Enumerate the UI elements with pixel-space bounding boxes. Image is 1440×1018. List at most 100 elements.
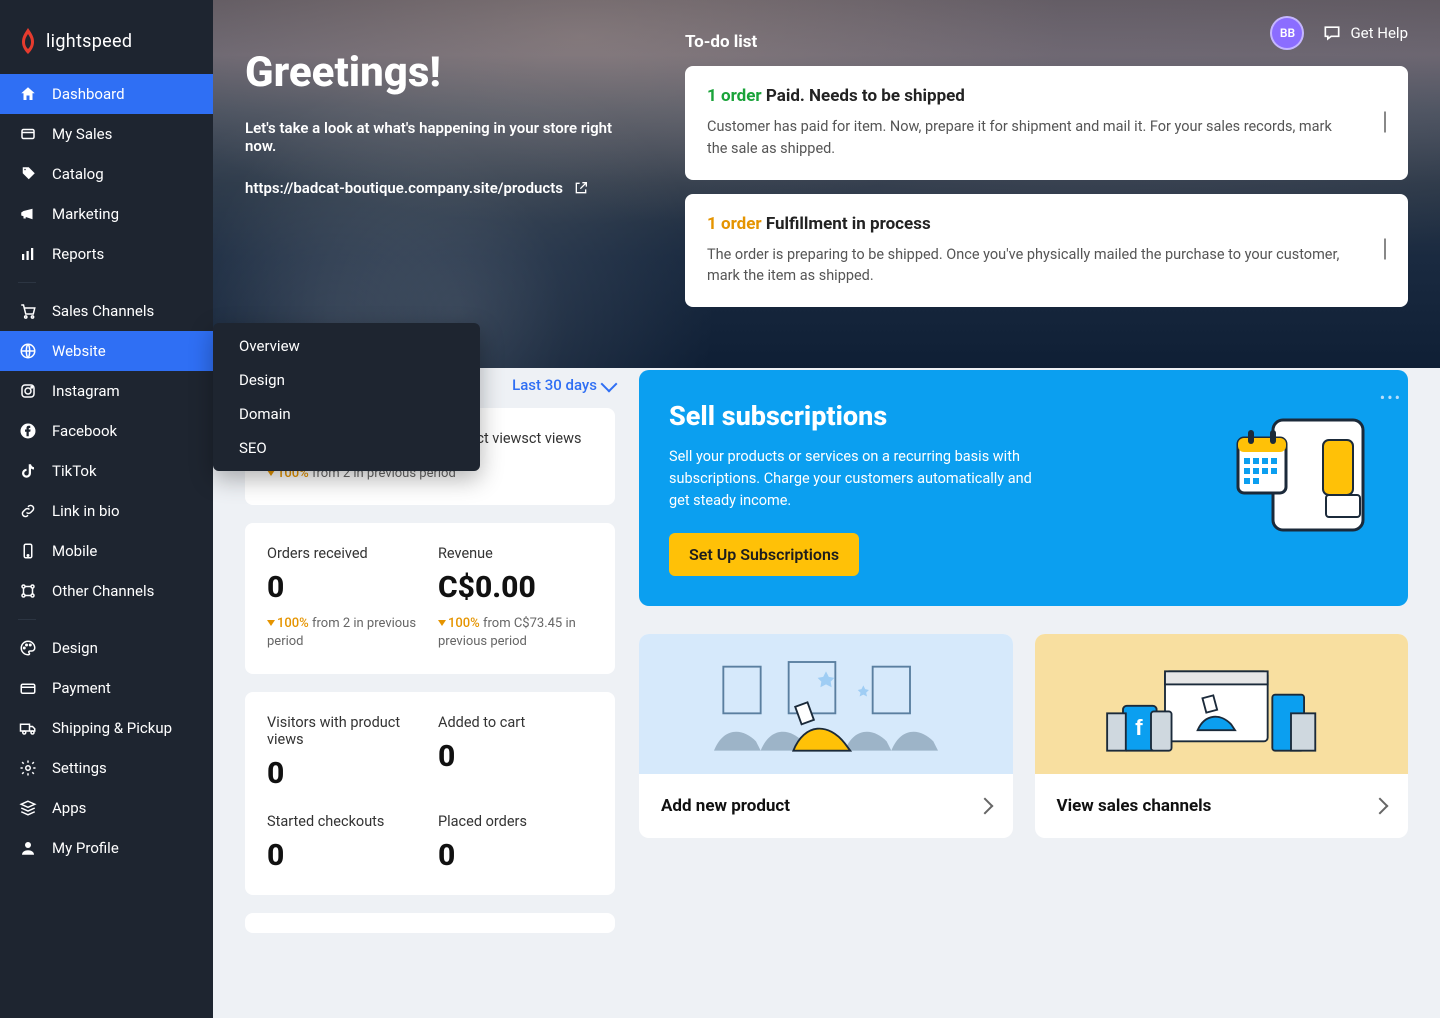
sidebar-item-tiktok[interactable]: TikTok: [0, 451, 213, 491]
flame-icon: [18, 28, 38, 54]
stat-label: Orders received: [267, 545, 422, 562]
sidebar-item-label: My Profile: [52, 839, 119, 857]
subscriptions-card: ••• Sell subscriptions Sell your product…: [639, 370, 1408, 606]
chevron-right-icon: [1384, 241, 1386, 260]
get-help-button[interactable]: Get Help: [1322, 23, 1408, 43]
sidebar-item-marketing[interactable]: Marketing: [0, 194, 213, 234]
stat-card-extra: [245, 913, 615, 933]
sidebar-item-reports[interactable]: Reports: [0, 234, 213, 274]
tag-icon: [18, 124, 38, 144]
nav-divider: [18, 619, 36, 620]
price-tag-icon: [18, 164, 38, 184]
todo-card[interactable]: 1 order Fulfillment in process The order…: [685, 194, 1408, 308]
chevron-right-icon: [976, 798, 993, 815]
sidebar-item-label: Facebook: [52, 422, 117, 440]
bar-chart-icon: [18, 244, 38, 264]
sidebar-item-settings[interactable]: Settings: [0, 748, 213, 788]
avatar[interactable]: BB: [1270, 16, 1304, 50]
megaphone-icon: [18, 204, 38, 224]
qa-label: Add new product: [661, 796, 790, 816]
brand-logo[interactable]: lightspeed: [0, 0, 213, 74]
gear-icon: [18, 758, 38, 778]
sidebar-item-other-channels[interactable]: Other Channels: [0, 571, 213, 611]
mobile-icon: [18, 541, 38, 561]
sidebar-item-shipping[interactable]: Shipping & Pickup: [0, 708, 213, 748]
qa-label: View sales channels: [1057, 796, 1212, 816]
period-label: Last 30 days: [512, 376, 597, 394]
chevron-right-icon: [1372, 798, 1389, 815]
sidebar-item-instagram[interactable]: Instagram: [0, 371, 213, 411]
add-product-illustration: [639, 634, 1013, 774]
sidebar-item-label: Website: [52, 342, 106, 360]
submenu-item-seo[interactable]: SEO: [213, 431, 480, 465]
hero-banner: BB Get Help Greetings! Let's take a look…: [213, 0, 1440, 368]
sidebar-item-label: Shipping & Pickup: [52, 719, 172, 737]
submenu-item-overview[interactable]: Overview: [213, 329, 480, 363]
sidebar-item-payment[interactable]: Payment: [0, 668, 213, 708]
stat-cell: Started checkouts 0: [267, 813, 422, 873]
sidebar-item-link-in-bio[interactable]: Link in bio: [0, 491, 213, 531]
todo-card[interactable]: 1 order Paid. Needs to be shipped Custom…: [685, 66, 1408, 180]
store-url-link[interactable]: https://badcat-boutique.company.site/pro…: [245, 179, 645, 197]
todo-status: Fulfillment in process: [766, 214, 931, 234]
sidebar-item-label: TikTok: [52, 462, 97, 480]
sidebar-item-label: Reports: [52, 245, 104, 263]
sidebar-item-design[interactable]: Design: [0, 628, 213, 668]
arrow-down-icon: [267, 620, 275, 626]
card-menu-button[interactable]: •••: [1380, 388, 1402, 407]
sidebar-item-facebook[interactable]: Facebook: [0, 411, 213, 451]
chat-icon: [1322, 23, 1342, 43]
instagram-icon: [18, 381, 38, 401]
channels-icon: [18, 581, 38, 601]
sidebar-item-sales-channels[interactable]: Sales Channels: [0, 291, 213, 331]
sidebar-item-label: Instagram: [52, 382, 120, 400]
top-bar: BB Get Help: [1270, 16, 1408, 50]
subscriptions-title: Sell subscriptions: [669, 400, 1208, 432]
sidebar-item-my-sales[interactable]: My Sales: [0, 114, 213, 154]
sidebar-item-label: My Sales: [52, 125, 112, 143]
sidebar-item-my-profile[interactable]: My Profile: [0, 828, 213, 868]
sidebar-item-label: Settings: [52, 759, 107, 777]
link-icon: [18, 501, 38, 521]
submenu-item-design[interactable]: Design: [213, 363, 480, 397]
main-content: BB Get Help Greetings! Let's take a look…: [213, 0, 1440, 1018]
sidebar: lightspeed Dashboard My Sales Catalog Ma…: [0, 0, 213, 1018]
nav-divider: [18, 282, 36, 283]
stat-value: 0: [438, 838, 593, 873]
todo-list: To-do list 1 order Paid. Needs to be shi…: [685, 28, 1408, 321]
stat-value: 0: [267, 838, 422, 873]
todo-heading: 1 order Paid. Needs to be shipped: [707, 86, 1348, 106]
stat-value: 0: [438, 739, 593, 774]
sidebar-item-dashboard[interactable]: Dashboard: [0, 74, 213, 114]
stat-delta: 100% from 2 in previous period: [267, 615, 422, 651]
sidebar-item-apps[interactable]: Apps: [0, 788, 213, 828]
sidebar-item-catalog[interactable]: Catalog: [0, 154, 213, 194]
sidebar-item-mobile[interactable]: Mobile: [0, 531, 213, 571]
view-channels-card[interactable]: f View sales channels: [1035, 634, 1409, 838]
subscriptions-illustration: [1228, 400, 1378, 550]
wallet-icon: [18, 678, 38, 698]
stat-card-funnel: Visitors with product views 0 Added to c…: [245, 692, 615, 895]
external-link-icon: [573, 180, 589, 196]
website-submenu: Overview Design Domain SEO: [213, 323, 480, 471]
stat-cell: Added to cart 0: [438, 714, 593, 791]
sidebar-item-website[interactable]: Website: [0, 331, 213, 371]
stat-value: 0: [267, 570, 422, 605]
sidebar-item-label: Link in bio: [52, 502, 120, 520]
chevron-down-icon: [601, 375, 618, 392]
sidebar-item-label: Sales Channels: [52, 302, 154, 320]
cart-icon: [18, 301, 38, 321]
submenu-item-domain[interactable]: Domain: [213, 397, 480, 431]
facebook-icon: [18, 421, 38, 441]
setup-subscriptions-button[interactable]: Set Up Subscriptions: [669, 533, 859, 576]
add-product-card[interactable]: Add new product: [639, 634, 1013, 838]
home-icon: [18, 84, 38, 104]
period-select[interactable]: Last 30 days: [512, 376, 615, 394]
sidebar-item-label: Payment: [52, 679, 111, 697]
stat-label: Visitors with product views: [267, 714, 422, 748]
sidebar-item-label: Design: [52, 639, 98, 657]
stat-value: C$0.00: [438, 570, 593, 605]
hero-subtitle: Let's take a look at what's happening in…: [245, 119, 645, 155]
hero-left: Greetings! Let's take a look at what's h…: [245, 28, 645, 321]
todo-desc: The order is preparing to be shipped. On…: [707, 244, 1348, 288]
